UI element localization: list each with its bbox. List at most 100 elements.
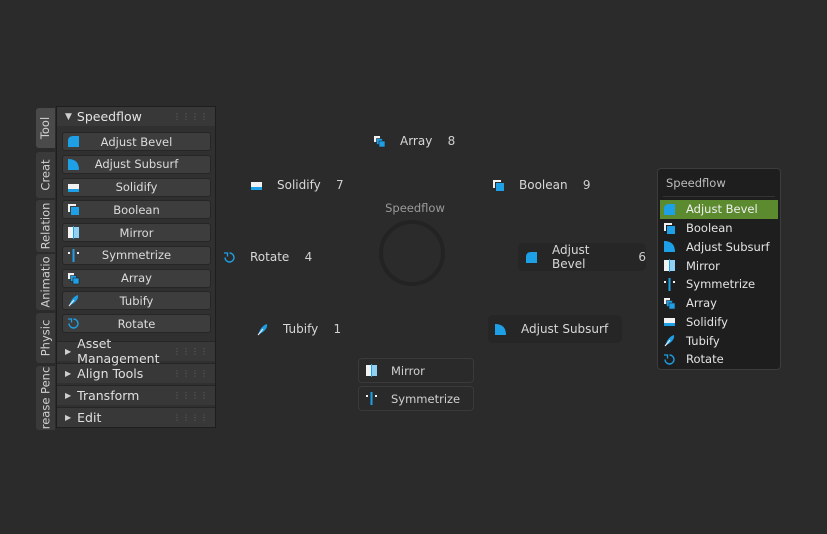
menu-item-label: Adjust Bevel [686,202,758,217]
section-align-tools[interactable]: ▶ Align Tools ⋮⋮⋮⋮ [57,362,215,383]
button-label: Adjust Subsurf [94,157,179,172]
tab-label: Physic [38,319,53,357]
speedflow-panel: ▼ Speedflow ⋮⋮⋮⋮ Adjust Bevel Adjust Sub… [56,106,216,428]
expand-triangle-icon: ▶ [65,346,72,356]
section-edit[interactable]: ▶ Edit ⋮⋮⋮⋮ [57,406,215,427]
button-label: Tubify [119,293,154,308]
button-label: Mirror [119,225,154,240]
boolean-icon [492,179,505,192]
pie-item-label: Solidify [277,178,321,192]
pie-item-array[interactable]: Array 8 [373,127,455,155]
menu-item-rotate[interactable]: Rotate [660,350,778,369]
pie-item-label: Rotate [250,250,290,264]
tubify-button[interactable]: Tubify [62,291,211,311]
pie-item-adjust-bevel[interactable]: Adjust Bevel 6 [518,243,646,271]
tab-label: Relation [38,202,53,250]
tab-label: Creat [38,159,53,191]
menu-title: Speedflow [666,176,726,190]
boolean-button[interactable]: Boolean [62,200,211,220]
menu-item-label: Mirror [686,258,720,273]
pie-item-shortcut: 7 [335,178,344,192]
drag-grip-icon[interactable]: ⋮⋮⋮⋮ [173,347,209,356]
menu-item-symmetrize[interactable]: Symmetrize [660,275,778,294]
rotate-icon [223,251,236,264]
button-label: Adjust Bevel [100,134,173,149]
menu-item-label: Rotate [686,352,724,367]
panel-header[interactable]: ▼ Speedflow ⋮⋮⋮⋮ [57,107,215,126]
pie-extra-symmetrize-button[interactable]: Symmetrize [358,386,474,411]
menu-item-adjust-subsurf[interactable]: Adjust Subsurf [660,238,778,257]
pie-item-adjust-subsurf[interactable]: Adjust Subsurf [488,315,622,343]
section-asset-management[interactable]: ▶ Asset Management ⋮⋮⋮⋮ [57,336,215,366]
tab-label: Animatio [38,256,53,308]
drag-grip-icon[interactable]: ⋮⋮⋮⋮ [173,391,209,400]
menu-item-adjust-bevel[interactable]: Adjust Bevel [660,200,778,219]
pie-item-shortcut: 8 [447,134,456,148]
button-label: Solidify [115,180,158,194]
collapse-triangle-icon: ▼ [65,111,72,122]
speedflow-popup-menu: Speedflow Adjust Bevel Boolean Adjust Su… [657,168,781,370]
pie-item-label: Tubify [283,322,319,336]
pie-item-label: Adjust Bevel [552,243,590,271]
menu-item-array[interactable]: Array [660,294,778,313]
drag-grip-icon[interactable]: ⋮⋮⋮⋮ [173,413,209,422]
adjust-bevel-button[interactable]: Adjust Bevel [62,132,211,151]
bevel-icon [525,251,538,264]
pie-item-boolean[interactable]: Boolean 9 [492,171,591,199]
menu-item-label: Array [686,296,717,311]
drag-grip-icon[interactable]: ⋮⋮⋮⋮ [173,369,209,378]
solidify-icon [250,179,263,192]
expand-triangle-icon: ▶ [65,412,72,422]
pie-item-solidify[interactable]: Solidify 7 [250,171,344,199]
mirror-icon [67,226,80,239]
section-label: Align Tools [77,365,144,381]
tab-tool[interactable]: Tool [36,108,55,148]
tubify-icon [663,334,676,347]
pie-item-shortcut: 4 [304,250,313,264]
subsurf-icon [494,323,507,336]
expand-triangle-icon: ▶ [65,390,72,400]
pie-item-shortcut: 6 [638,250,646,264]
expand-triangle-icon: ▶ [65,368,72,378]
symmetrize-icon [365,392,378,405]
menu-item-boolean[interactable]: Boolean [660,219,778,238]
solidify-button[interactable]: Solidify [62,177,211,197]
tab-grease-pencil[interactable]: rease Penc [36,366,55,430]
tab-create[interactable]: Creat [36,152,55,198]
tab-label: Tool [38,116,53,140]
pie-item-label: Adjust Subsurf [521,322,609,336]
array-button[interactable]: Array [62,268,211,288]
menu-item-solidify[interactable]: Solidify [660,313,778,332]
button-label: Symmetrize [101,248,172,263]
menu-item-mirror[interactable]: Mirror [660,256,778,275]
array-icon [373,135,386,148]
section-label: Transform [77,387,140,403]
tab-physics[interactable]: Physic [36,313,55,363]
symmetrize-button[interactable]: Symmetrize [62,245,211,265]
menu-item-label: Solidify [686,314,728,329]
tab-animation[interactable]: Animatio [36,254,55,310]
menu-item-tubify[interactable]: Tubify [660,331,778,350]
tab-relation[interactable]: Relation [36,200,55,252]
pie-item-rotate[interactable]: Rotate 4 [223,243,312,271]
mirror-button[interactable]: Mirror [62,223,211,242]
array-icon [67,272,80,285]
pie-extra-label: Symmetrize [391,391,461,406]
solidify-icon [67,181,80,194]
menu-item-label: Symmetrize [686,277,756,292]
rotate-icon [67,317,80,330]
pie-extra-mirror-button[interactable]: Mirror [358,358,474,383]
tab-label: rease Penc [38,366,53,430]
section-transform[interactable]: ▶ Transform ⋮⋮⋮⋮ [57,384,215,405]
bevel-icon [663,203,676,216]
section-label: Asset Management [77,336,160,367]
pie-item-tubify[interactable]: Tubify 1 [256,315,341,343]
mirror-icon [663,259,676,273]
section-label: Edit [77,409,102,425]
adjust-subsurf-button[interactable]: Adjust Subsurf [62,154,211,174]
pie-menu-title: Speedflow [385,201,445,215]
menu-item-label: Tubify [686,333,720,348]
rotate-button[interactable]: Rotate [62,314,211,333]
pie-item-label: Array [400,134,433,148]
drag-grip-icon[interactable]: ⋮⋮⋮⋮ [173,112,209,121]
